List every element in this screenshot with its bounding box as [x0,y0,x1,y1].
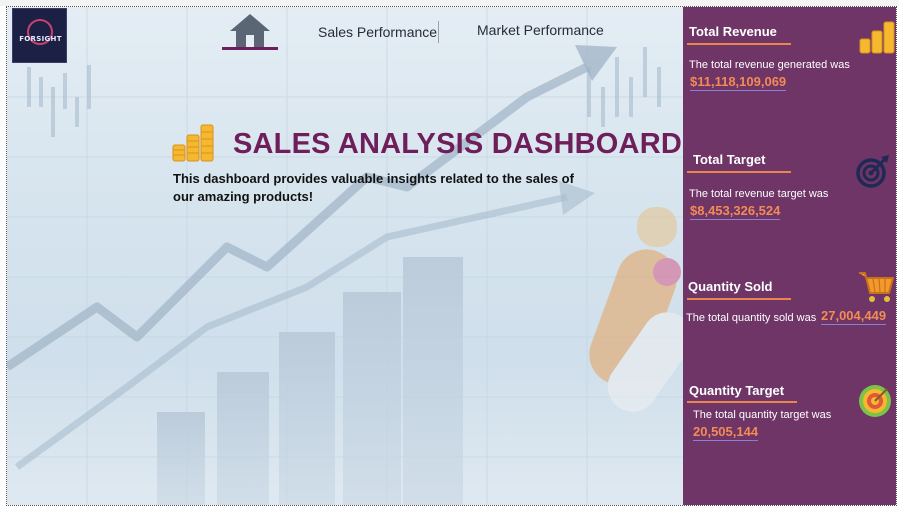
nav-divider [438,21,439,43]
main-area: FORSIGHT Sales Performance Market Perfor… [7,7,683,505]
nav-sales-performance[interactable]: Sales Performance [318,24,437,40]
logo-text: FORSIGHT [19,35,62,43]
home-icon[interactable] [222,11,278,51]
kpi-text: The total revenue target was [689,188,829,200]
kpi-title: Total Target [693,152,766,167]
kpi-panel: Total Revenue The total revenue generate… [683,7,896,505]
kpi-title: Quantity Target [689,383,785,398]
kpi-text: The total quantity sold was [686,312,817,324]
kpi-title-underline [687,401,797,403]
home-active-underline [222,47,278,50]
kpi-title: Total Revenue [689,24,777,39]
kpi-title-underline [687,298,791,300]
company-logo: FORSIGHT [12,8,67,63]
page-description: This dashboard provides valuable insight… [173,171,574,204]
kpi-text: The total quantity target was [693,409,832,421]
bar-coins-icon [859,21,895,54]
background-chart-image [7,7,683,505]
kpi-title: Quantity Sold [688,279,773,294]
kpi-text: The total revenue generated was [689,59,850,71]
report-page: FORSIGHT Sales Performance Market Perfor… [0,0,899,512]
nav-market-performance[interactable]: Market Performance [477,22,604,38]
report-canvas: FORSIGHT Sales Performance Market Perfor… [6,6,897,506]
kpi-value: $8,453,326,524 [690,203,781,220]
cart-icon [859,272,894,302]
kpi-value: $11,118,109,069 [690,74,787,91]
kpi-value: 27,004,449 [821,308,887,325]
page-title: SALES ANALYSIS DASHBOARD [233,128,682,160]
target-icon [856,155,889,188]
dartboard-icon [859,385,891,417]
kpi-title-underline [687,171,791,173]
kpi-title-underline [687,43,791,45]
coins-icon [172,124,214,162]
kpi-value: 20,505,144 [693,424,759,441]
